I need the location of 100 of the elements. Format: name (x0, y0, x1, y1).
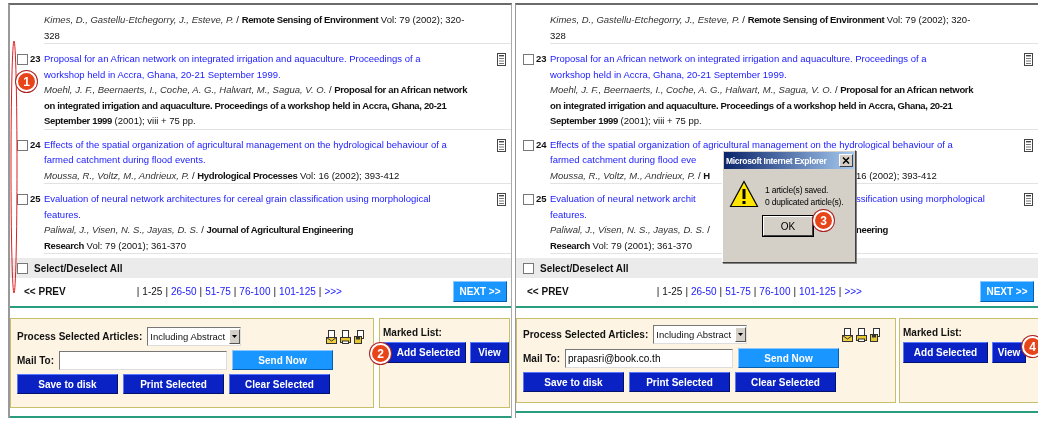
mail-label: Mail To: (523, 352, 561, 364)
checkbox[interactable] (17, 194, 28, 205)
citation-text: 328 (550, 28, 566, 43)
action-button[interactable]: Save to disk (523, 372, 624, 392)
marked-list-button[interactable]: View (470, 342, 509, 363)
citation-text: on integrated irrigation and aquaculture. Proceedings of a workshop held in Accra, Ghana, 20-21 (44, 98, 447, 113)
citation-text: Research Vol: 79 (2001); 361-370 (44, 238, 186, 253)
article-title-link[interactable]: Effects of the spatial organization of agricultural management on the hydrological behaviour of a (550, 136, 953, 152)
checkbox[interactable] (523, 194, 534, 205)
article-title-link[interactable]: Proposal for an African network on integrated irrigation and aquaculture. Proceedings of a (44, 51, 421, 67)
page-link[interactable]: >>> (324, 285, 342, 297)
format-dropdown[interactable]: Including Abstract (147, 327, 242, 346)
callout-badge: 3 (813, 210, 834, 231)
article-title-link[interactable]: Effects of the spatial organization of agricultural management on the hydrological behaviour of a (44, 136, 447, 152)
page-link[interactable]: 76-100 (239, 285, 271, 297)
article-title-link[interactable]: workshop held in Accra, Ghana, 20-21 September 1999. (44, 66, 281, 82)
callout-badge: 4 (1022, 336, 1038, 357)
article-number: 24 (30, 137, 41, 152)
marked-list-button[interactable]: Add Selected (383, 342, 466, 363)
article-number: 23 (536, 52, 547, 66)
action-button[interactable]: Clear Selected (735, 372, 836, 392)
process-label: Process Selected Articles: (523, 329, 649, 340)
page-separator: | (199, 285, 203, 297)
article-number: 25 (30, 192, 41, 206)
checkbox[interactable] (17, 54, 28, 65)
marked-list-button[interactable]: Add Selected (903, 342, 988, 363)
save-document-icon[interactable] (354, 329, 365, 344)
page-link[interactable]: 26-50 (691, 285, 717, 297)
document-icon[interactable] (497, 138, 506, 152)
print-document-icon[interactable] (340, 329, 351, 344)
action-button[interactable]: Print Selected (629, 372, 730, 392)
ok-button[interactable]: OK (763, 216, 813, 236)
checkbox[interactable] (523, 262, 534, 274)
page-link[interactable]: 101-125 (279, 285, 316, 297)
action-button[interactable]: Clear Selected (229, 374, 330, 394)
action-button[interactable]: Save to disk (17, 374, 118, 394)
checkbox[interactable] (17, 139, 28, 151)
close-icon (842, 157, 850, 164)
page-separator: | (318, 285, 322, 297)
page-separator: | (685, 285, 688, 297)
article-title-link[interactable]: Proposal for an African network on integrated irrigation and aquaculture. Proceedings of a (550, 51, 927, 67)
page-link[interactable]: 26-50 (171, 285, 197, 297)
citation-text: Research Vol: 79 (2001); 361-370 (550, 238, 692, 253)
page-link[interactable]: 51-75 (725, 285, 751, 297)
select-all-label[interactable]: Select/Deselect All (34, 262, 123, 274)
document-icon[interactable] (1024, 53, 1033, 66)
article-title-link[interactable]: farmed catchment during flood eve (550, 152, 697, 168)
marked-list-button[interactable]: View (992, 342, 1026, 363)
format-dropdown[interactable]: Including Abstract (653, 325, 748, 344)
article-title-link[interactable]: features. (44, 206, 81, 222)
citation-text: Moussa, R., Voltz, M., Andrieux, P. / Hydrological Processes Vol: 16 (2002); 393-412 (44, 168, 400, 183)
action-button[interactable]: Print Selected (123, 374, 224, 394)
article-title-link[interactable]: Evaluation of neural network archit (550, 191, 720, 207)
citation-text: 16 (2002); 393-412 (856, 168, 937, 183)
print-document-icon[interactable] (856, 327, 867, 342)
checkbox[interactable] (17, 262, 28, 274)
prev-link[interactable]: << PREV (527, 285, 569, 297)
article-title-link[interactable]: farmed catchment during flood events. (44, 152, 206, 168)
prev-link[interactable]: << PREV (24, 285, 66, 297)
document-icon[interactable] (497, 193, 506, 206)
page-separator: | (233, 285, 237, 297)
select-all-label[interactable]: Select/Deselect All (540, 262, 629, 274)
document-icon[interactable] (1024, 138, 1033, 152)
page-link[interactable]: >>> (844, 285, 862, 297)
article-title-link[interactable]: ssification using morphological (856, 191, 985, 207)
marked-list-label: Marked List: (903, 327, 963, 338)
page-separator: | (136, 285, 140, 297)
page-link[interactable]: 51-75 (205, 285, 231, 297)
article-title-link[interactable]: features. (550, 206, 587, 222)
document-icon[interactable] (1024, 193, 1033, 206)
citation-text: September 1999 (2001); viii + 75 pp. (44, 114, 196, 128)
citation-text: Paliwal, J., Visen, N. S., Jayas, D. S. / Journal of Agricultural Engineering (44, 223, 354, 237)
page-separator: | (719, 285, 723, 297)
close-button[interactable] (839, 154, 853, 167)
mail-field[interactable] (59, 350, 228, 370)
page-link[interactable]: 1-25 (142, 285, 163, 297)
article-title-link[interactable]: Evaluation of neural network architectures for cereal grain classification using morphological (44, 191, 431, 207)
citation-text: 328 (44, 28, 60, 43)
citation-text: Moehl, J. F., Beernaerts, I., Coche, A. G., Halwart, M., Sagua, V. O. / Proposal for an African network (550, 83, 974, 97)
article-title-link[interactable]: workshop held in Accra, Ghana, 20-21 September 1999. (550, 66, 787, 82)
citation-text: Paliwal, J., Visen, N. S., Jayas, D. S. / (550, 223, 711, 237)
mail-document-icon[interactable] (326, 329, 337, 344)
checkbox[interactable] (523, 139, 534, 151)
citation-text: Kimes, D., Gastellu-Etchegorry, J., Esteve, P. / Remote Sensing of Environment Vol: 79 (2002); 320- (550, 13, 971, 27)
marked-list-label: Marked List: (383, 327, 443, 338)
checkbox[interactable] (523, 54, 534, 65)
citation-text: Moussa, R., Voltz, M., Andrieux, P. / H (550, 168, 711, 183)
save-document-icon[interactable] (870, 327, 881, 342)
citation-text: neering (856, 223, 888, 237)
mail-field[interactable]: prapasri@book.co.th (565, 348, 734, 368)
page-link[interactable]: 1-25 (662, 285, 683, 297)
callout-badge: 1 (16, 71, 37, 92)
mail-label: Mail To: (17, 354, 55, 366)
process-label: Process Selected Articles: (17, 331, 143, 342)
document-icon[interactable] (497, 53, 506, 66)
page-link[interactable]: 76-100 (759, 285, 791, 297)
article-number: 23 (30, 52, 41, 66)
dialog-message: 1 article(s) saved. (765, 184, 830, 196)
page-link[interactable]: 101-125 (799, 285, 836, 297)
mail-document-icon[interactable] (842, 327, 853, 342)
